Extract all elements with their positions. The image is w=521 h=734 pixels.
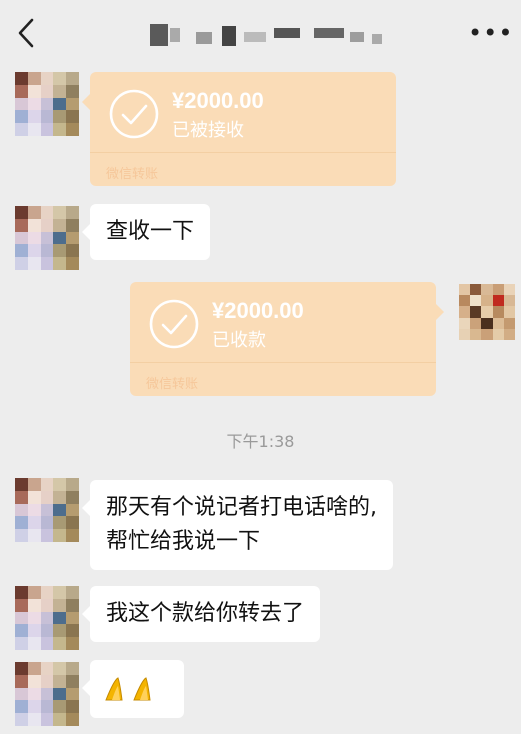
avatar-self[interactable] xyxy=(459,284,515,340)
transfer-amount: ¥2000.00 xyxy=(172,88,264,113)
message-text: 我这个款给你转去了 xyxy=(106,601,305,626)
timestamp: 下午1:38 xyxy=(226,432,295,451)
transfer-status: 已被接收 xyxy=(172,120,244,141)
avatar-contact[interactable] xyxy=(15,206,79,270)
transfer-amount: ¥2000.00 xyxy=(212,298,304,323)
avatar-contact[interactable] xyxy=(15,72,79,136)
chat-title-redacted xyxy=(150,22,390,48)
transfer-status: 已收款 xyxy=(212,330,266,351)
avatar-contact[interactable] xyxy=(15,662,79,726)
chevron-left-icon xyxy=(18,18,34,48)
more-options-button[interactable]: ••• xyxy=(468,20,512,46)
pray-hands-emoji-icon xyxy=(105,677,151,701)
message-bubble[interactable]: 那天有个说记者打电话啥的, 帮忙给我说一下 xyxy=(82,480,393,570)
message-bubble[interactable] xyxy=(82,660,184,718)
message-text: 查收一下 xyxy=(106,219,195,244)
back-button[interactable] xyxy=(14,16,40,50)
message-text-line: 帮忙给我说一下 xyxy=(106,529,261,554)
transfer-divider xyxy=(90,152,396,153)
message-bubble[interactable]: 查收一下 xyxy=(81,204,211,260)
avatar-contact[interactable] xyxy=(15,586,79,650)
transfer-brand-label: 微信转账 xyxy=(146,377,199,392)
transfer-brand-label: 微信转账 xyxy=(106,167,159,182)
message-bubble[interactable]: 我这个款给你转去了 xyxy=(81,586,321,642)
avatar-contact[interactable] xyxy=(15,478,79,542)
check-circle-icon xyxy=(149,299,199,349)
message-text-line: 那天有个说记者打电话啥的, xyxy=(106,495,377,520)
transfer-card-received[interactable]: ¥2000.00 已被接收 微信转账 xyxy=(82,72,396,186)
transfer-divider xyxy=(130,362,436,363)
check-circle-icon xyxy=(109,89,159,139)
transfer-card-collected[interactable]: ¥2000.00 已收款 微信转账 xyxy=(130,282,444,396)
chat-header: ••• xyxy=(0,0,521,66)
